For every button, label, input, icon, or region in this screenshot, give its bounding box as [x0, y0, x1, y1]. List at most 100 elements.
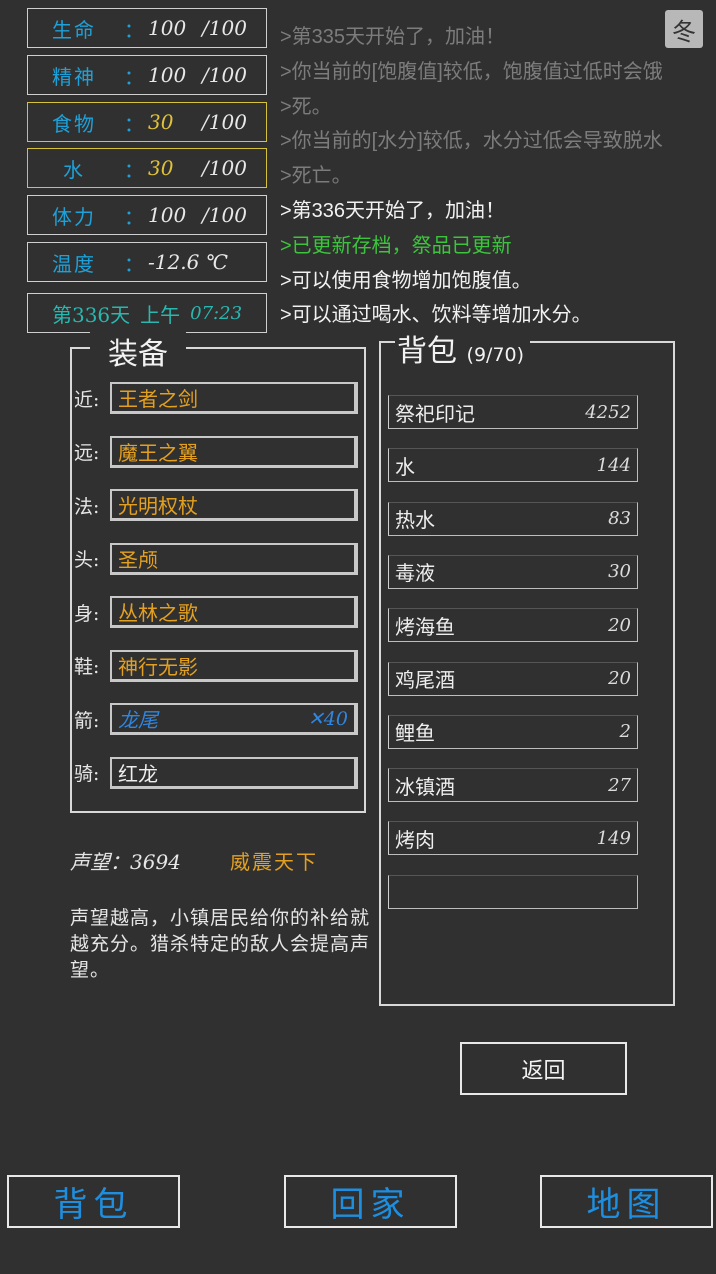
stat-label: 水: [63, 157, 85, 182]
equipment-slot-row: 骑: 红龙: [74, 756, 358, 789]
equipment-slot-row: 箭: 龙尾 ✕40: [74, 703, 358, 735]
stat-colon: ：: [124, 64, 144, 89]
backpack-item-name: 热水: [395, 508, 435, 533]
equipment-item-name: 圣颅: [118, 547, 158, 572]
log-line: >你当前的[饱腹值]较低，饱腹值过低时会饿: [280, 60, 663, 83]
equipment-item-name: 丛林之歌: [118, 601, 198, 625]
equipment-slot-label: 身:: [74, 602, 100, 625]
nav-backpack-button[interactable]: 背包: [7, 1175, 180, 1228]
back-button[interactable]: 返回: [460, 1042, 627, 1095]
equipment-slot[interactable]: 红龙: [110, 756, 358, 789]
backpack-item[interactable]: 鲤鱼 2: [388, 714, 638, 749]
stat-label: 生命: [52, 17, 96, 42]
backpack-item[interactable]: 鸡尾酒 20: [388, 661, 638, 696]
temperature-label: 温度: [52, 251, 96, 276]
backpack-item-name: 毒液: [395, 561, 435, 586]
backpack-item-qty: 144: [596, 454, 631, 476]
nav-map-button[interactable]: 地图: [540, 1175, 713, 1228]
season-badge[interactable]: 冬: [665, 10, 703, 48]
clock-time: 07:23: [190, 302, 243, 324]
stat-current: 30: [148, 156, 174, 180]
equipment-title: 装备: [90, 329, 186, 373]
backpack-item-qty: 4252: [585, 401, 631, 423]
stat-current: 100: [148, 16, 187, 40]
backpack-item-qty: 20: [608, 614, 631, 636]
backpack-item-name: 烤海鱼: [395, 614, 455, 639]
backpack-item[interactable]: 毒液 30: [388, 554, 638, 589]
log-line: >第335天开始了，加油！: [280, 26, 506, 48]
backpack-count: (9/70): [466, 344, 525, 366]
stat-box: 体力 ： 100/100: [27, 195, 267, 235]
stat-colon: ：: [124, 204, 144, 229]
backpack-item-name: 冰镇酒: [395, 774, 455, 799]
stat-box: 精神 ： 100/100: [27, 55, 267, 95]
day-label: 第336天: [51, 302, 131, 327]
backpack-title-label: 背包: [397, 334, 457, 369]
reputation-title: 威震天下: [230, 850, 318, 874]
equipment-slot[interactable]: 神行无影: [110, 649, 358, 682]
stat-box: 水 ： 30/100: [27, 148, 267, 188]
equipment-slot-row: 近: 王者之剑: [74, 382, 358, 414]
backpack-item[interactable]: 烤海鱼 20: [388, 608, 638, 643]
log-line: >你当前的[水分]较低，水分过低会导致脱水: [280, 130, 663, 153]
backpack-item-name: 烤肉: [395, 827, 435, 852]
day-period: 上午: [140, 302, 181, 327]
equipment-slot[interactable]: 王者之剑: [110, 382, 358, 414]
equipment-slot-label: 法:: [74, 495, 100, 518]
equipment-slot-row: 远: 魔王之翼: [74, 435, 358, 468]
stat-colon: ：: [124, 17, 144, 42]
message-log: >第335天开始了，加油！ >你当前的[饱腹值]较低，饱腹值过低时会饿 >死。 >你当…: [280, 20, 690, 333]
backpack-item[interactable]: 热水 83: [388, 501, 638, 536]
stat-colon: ：: [124, 157, 144, 182]
equipment-item-name: 红龙: [118, 761, 158, 786]
equipment-slot-label: 头:: [74, 549, 100, 571]
backpack-item[interactable]: 烤肉 149: [388, 821, 638, 856]
backpack-title: 背包 (9/70): [395, 326, 531, 370]
reputation-value: 声望：3694: [70, 850, 181, 874]
nav-home-button[interactable]: 回家: [284, 1175, 457, 1228]
backpack-item-name: 鲤鱼: [395, 721, 435, 746]
backpack-item-qty: 27: [608, 774, 631, 796]
equipment-slot-label: 远:: [74, 442, 100, 464]
equipment-panel: [70, 347, 366, 813]
stat-colon: ：: [124, 111, 144, 136]
equipment-slot[interactable]: 龙尾 ✕40: [110, 703, 358, 735]
backpack-item[interactable]: 水 144: [388, 448, 638, 483]
backpack-item-qty: 149: [596, 827, 631, 849]
equipment-slot-label: 鞋:: [74, 656, 100, 678]
equipment-slot-label: 近:: [74, 388, 100, 411]
equipment-item-name: 魔王之翼: [118, 440, 198, 465]
equipment-item-qty: ✕40: [307, 707, 348, 730]
log-line: >已更新存档，祭品已更新: [280, 234, 512, 257]
backpack-item[interactable]: [388, 874, 638, 909]
stat-max: /100: [202, 16, 247, 40]
equipment-slot[interactable]: 光明权杖: [110, 489, 358, 521]
equipment-slot-label: 箭:: [74, 709, 100, 732]
equipment-item-name: 龙尾: [118, 708, 158, 732]
log-line: >可以使用食物增加饱腹值。: [280, 269, 532, 292]
equipment-slot[interactable]: 魔王之翼: [110, 435, 358, 468]
stat-max: /100: [202, 203, 247, 227]
equipment-slot[interactable]: 丛林之歌: [110, 596, 358, 628]
backpack-item-name: 祭祀印记: [395, 401, 475, 426]
backpack-item[interactable]: 祭祀印记 4252: [388, 395, 638, 429]
equipment-slot-row: 身: 丛林之歌: [74, 596, 358, 628]
stat-box: 食物 ： 30/100: [27, 102, 267, 142]
backpack-item-qty: 30: [608, 561, 631, 583]
backpack-item[interactable]: 冰镇酒 27: [388, 768, 638, 803]
stat-current: 100: [148, 63, 187, 87]
log-line: >死亡。: [280, 165, 352, 188]
backpack-item-qty: 2: [619, 721, 631, 743]
temperature-value: -12.6 ℃: [148, 250, 229, 274]
stat-max: /100: [202, 63, 247, 87]
equipment-item-name: 光明权杖: [118, 494, 198, 518]
log-line: >第336天开始了，加油！: [280, 199, 506, 222]
stat-label: 精神: [52, 64, 96, 89]
equipment-slot[interactable]: 圣颅: [110, 542, 358, 575]
equipment-item-name: 王者之剑: [118, 387, 198, 411]
equipment-slot-label: 骑:: [74, 763, 100, 785]
log-line: >死。: [280, 95, 332, 118]
stat-box: 生命 ： 100/100: [27, 8, 267, 48]
stat-max: /100: [202, 156, 247, 180]
backpack-item-qty: 83: [608, 508, 631, 530]
